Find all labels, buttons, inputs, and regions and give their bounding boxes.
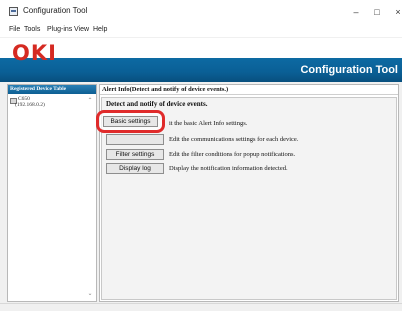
alert-info-header: Alert Info(Detect and notify of device e…: [100, 85, 398, 95]
filter-settings-button[interactable]: Filter settings: [106, 149, 164, 160]
filter-settings-description: Edit the filter conditions for popup not…: [169, 151, 296, 158]
display-log-button[interactable]: Display log: [106, 163, 164, 174]
window-title: Configuration Tool: [23, 6, 88, 15]
highlight-callout: Basic settings: [96, 110, 165, 133]
app-icon: [9, 7, 18, 16]
menu-plugins[interactable]: Plug-ins: [47, 25, 72, 35]
left-panel-header: Registered Device Table: [8, 85, 96, 94]
menu-file[interactable]: File: [9, 25, 20, 35]
menu-help[interactable]: Help: [93, 25, 107, 35]
basic-settings-description: it the basic Alert Info settings.: [169, 120, 248, 127]
close-button[interactable]: ×: [386, 4, 402, 20]
device-item[interactable]: C650 (192.168.0.2): [10, 96, 86, 110]
section-title: Detect and notify of device events.: [106, 100, 208, 108]
scroll-up-icon[interactable]: ⌃: [86, 97, 94, 105]
menu-tools[interactable]: Tools: [24, 25, 40, 35]
communication-settings-button[interactable]: [106, 134, 164, 145]
status-bar: [0, 303, 402, 311]
menu-bar: File Tools Plug-ins View Help: [0, 24, 402, 37]
menu-view[interactable]: View: [74, 25, 89, 35]
oki-logo: OKI: [12, 41, 57, 65]
device-ip: (192.168.0.2): [15, 102, 45, 108]
basic-settings-button[interactable]: Basic settings: [103, 116, 158, 127]
brand-title: Configuration Tool: [300, 64, 398, 76]
communication-settings-description: Edit the communications settings for eac…: [169, 136, 299, 143]
registered-device-panel: Registered Device Table C650 (192.168.0.…: [7, 84, 97, 302]
configuration-tool-window: Configuration Tool – □ × File Tools Plug…: [0, 0, 402, 311]
scroll-down-icon[interactable]: ⌄: [86, 290, 94, 298]
display-log-description: Display the notification information det…: [169, 165, 288, 172]
title-bar: Configuration Tool – □ ×: [0, 0, 402, 24]
